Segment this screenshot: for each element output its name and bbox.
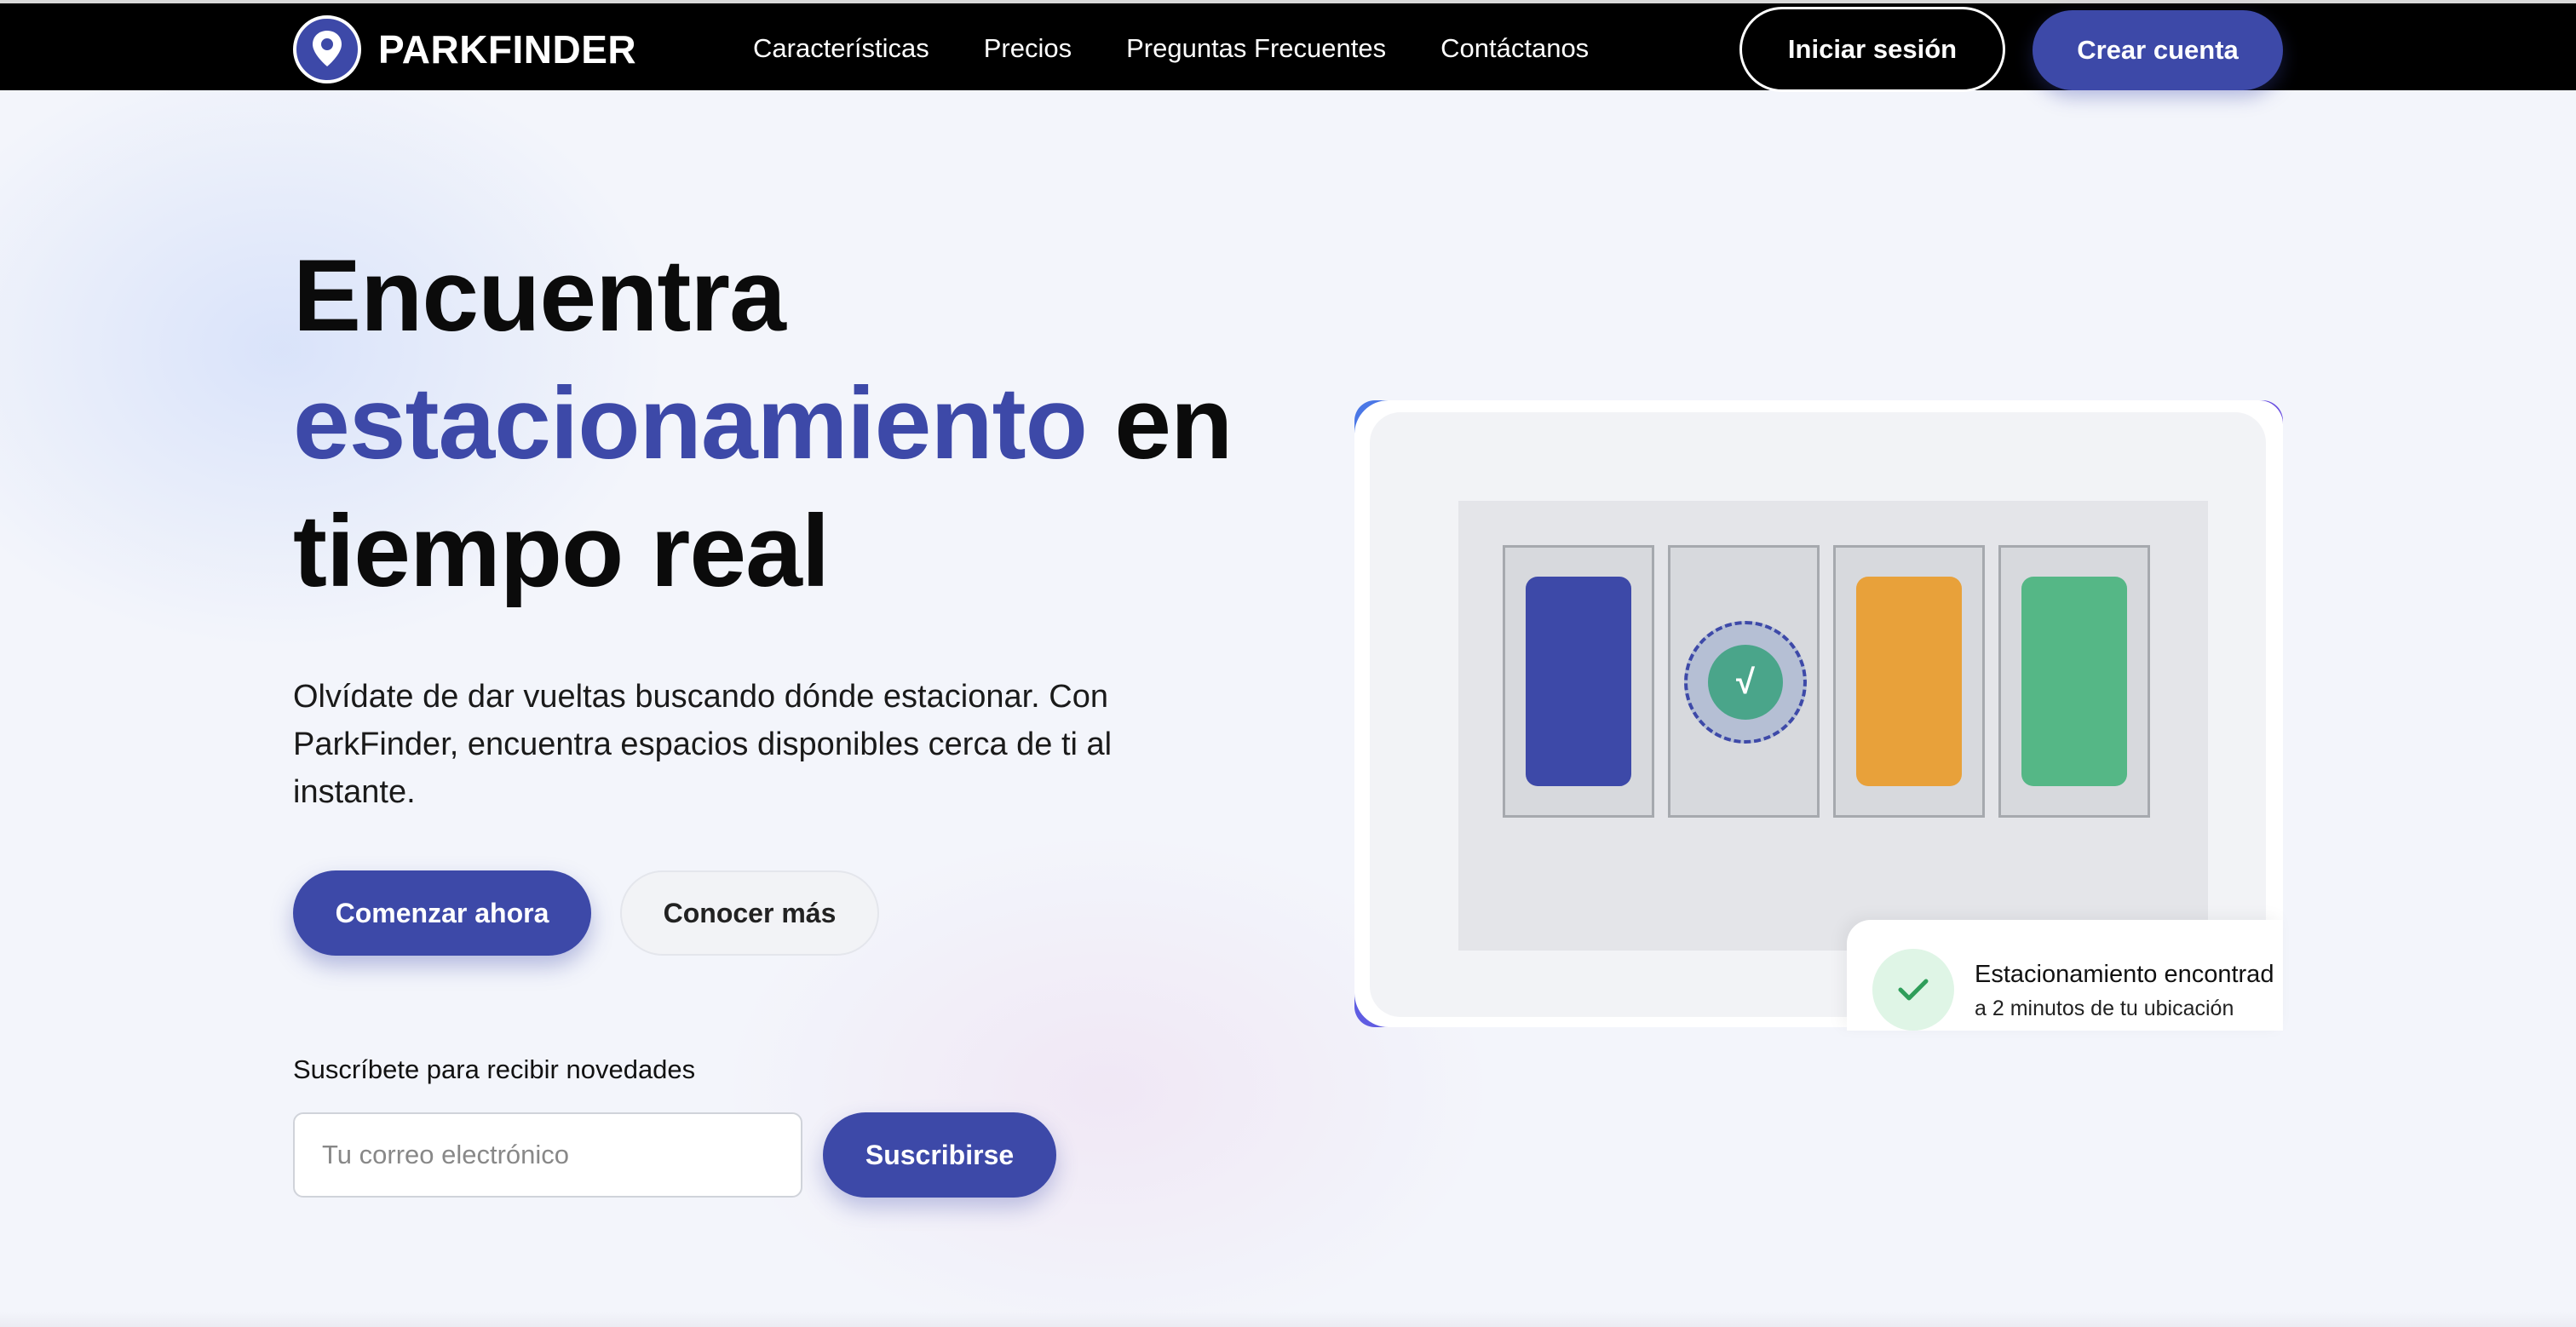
- nav-link-caracteristicas[interactable]: Características: [753, 33, 929, 64]
- nav-link-preguntas-frecuentes[interactable]: Preguntas Frecuentes: [1126, 33, 1386, 64]
- found-notification: Estacionamiento encontrad a 2 minutos de…: [1847, 920, 2283, 1031]
- signup-button[interactable]: Crear cuenta: [2033, 10, 2283, 90]
- brand-name: PARKFINDER: [378, 27, 637, 72]
- target-marker: √: [1684, 621, 1807, 744]
- hero-title-line1: Encuentra: [293, 238, 786, 353]
- hero-description: Olvídate de dar vueltas buscando dónde e…: [293, 679, 1113, 810]
- start-now-button[interactable]: Comenzar ahora: [293, 870, 591, 956]
- bottom-fade: [0, 1312, 2576, 1327]
- check-icon: √: [1708, 645, 1783, 720]
- hero-title-line3: tiempo real: [293, 494, 830, 608]
- parking-space: [1833, 545, 1985, 818]
- parking-space: [1503, 545, 1654, 818]
- nav-link-precios[interactable]: Precios: [984, 33, 1072, 64]
- top-navbar: PARKFINDER Características Precios Pregu…: [0, 0, 2576, 92]
- learn-more-button[interactable]: Conocer más: [620, 870, 879, 956]
- car-icon: [2021, 577, 2127, 786]
- car-icon: [1856, 577, 1962, 786]
- parking-space: [1998, 545, 2150, 818]
- hero-title: Encuentra estacionamiento en tiempo real: [293, 232, 1264, 615]
- parking-lot: √: [1458, 501, 2208, 951]
- nav-links: Características Precios Preguntas Frecue…: [753, 3, 1643, 94]
- login-button[interactable]: Iniciar sesión: [1739, 7, 2005, 92]
- notification-subtitle: a 2 minutos de tu ubicación: [1975, 997, 2234, 1020]
- car-icon: [1526, 577, 1631, 786]
- brand[interactable]: PARKFINDER: [293, 15, 636, 83]
- hero-title-accent: estacionamiento: [293, 366, 1088, 480]
- notification-title: Estacionamiento encontrad: [1975, 961, 2274, 988]
- location-pin-icon: [293, 15, 361, 83]
- hero-title-mid: en: [1086, 366, 1233, 480]
- email-input[interactable]: [293, 1112, 802, 1198]
- subscribe-button[interactable]: Suscribirse: [823, 1112, 1056, 1198]
- nav-link-contactanos[interactable]: Contáctanos: [1440, 33, 1589, 64]
- checkmark-icon: [1872, 949, 1954, 1031]
- subscribe-label: Suscríbete para recibir novedades: [293, 1054, 696, 1084]
- parking-space-available: √: [1668, 545, 1820, 818]
